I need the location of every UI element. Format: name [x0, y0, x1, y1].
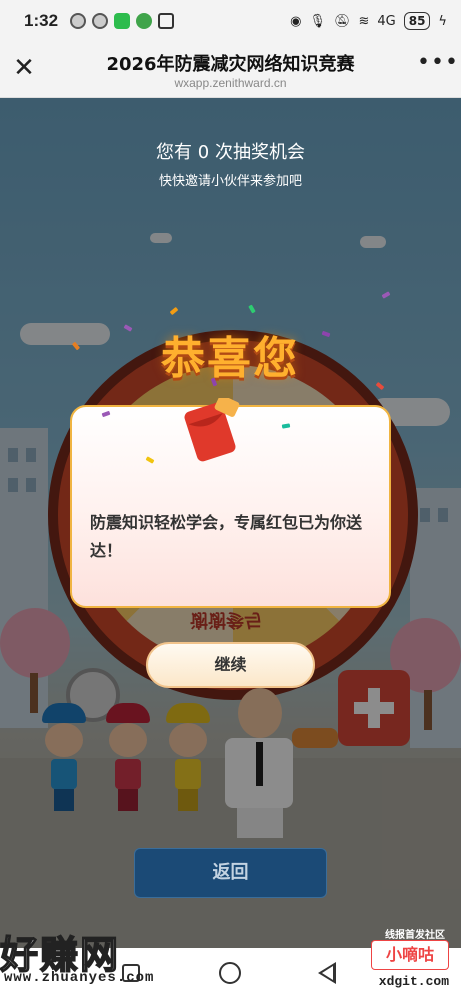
battery-icon: 85	[403, 12, 431, 30]
back-button[interactable]: 返回	[134, 848, 327, 898]
watermark-url: xdgit.com	[378, 974, 449, 989]
community-tag: 线报首发社区	[385, 930, 445, 941]
mute-icon: 🔕︎	[333, 13, 351, 29]
red-envelope-icon	[184, 398, 240, 462]
modal-message: 防震知识轻松学会，专属红包已为你送达！	[90, 513, 363, 560]
status-bar: 1:32 ◉ 🎙︎ 🔕︎ ≋ 4G 85 ϟ	[0, 0, 461, 42]
page-url: wxapp.zenithward.cn	[174, 76, 287, 90]
wifi-icon: ≋	[358, 13, 370, 29]
invite-text: 快快邀请小伙伴来参加吧	[158, 174, 302, 189]
congrats-title: 恭喜您	[161, 333, 299, 384]
wechat-icon	[114, 13, 131, 29]
lottery-chances-text: 您有 0 次抽奖机会	[156, 142, 305, 163]
watermark-url: www.zhuanyes.com	[4, 970, 155, 986]
app-icon	[136, 13, 153, 29]
mic-icon: 🎙︎	[309, 13, 326, 29]
charging-icon: ϟ	[438, 13, 447, 29]
notification-icons	[70, 13, 175, 29]
page-title: 2026年防震减灾网络知识竞赛	[106, 54, 355, 75]
avatar-icon	[70, 13, 87, 29]
continue-button[interactable]: 继续	[146, 642, 315, 688]
watermark-logo: 小嘀咕	[371, 940, 449, 970]
title-bar: ✕ 2026年防震减灾网络知识竞赛 wxapp.zenithward.cn ••…	[0, 42, 461, 98]
more-icon[interactable]: •••	[417, 52, 458, 82]
eye-icon: ◉	[290, 13, 302, 29]
status-time: 1:32	[24, 11, 59, 30]
back-icon[interactable]	[318, 962, 336, 984]
network-label: 4G	[377, 13, 396, 29]
home-icon[interactable]	[219, 962, 241, 984]
cast-icon	[158, 13, 175, 29]
avatar-icon	[92, 13, 109, 29]
status-right: ◉ 🎙︎ 🔕︎ ≋ 4G 85 ϟ	[290, 12, 447, 30]
